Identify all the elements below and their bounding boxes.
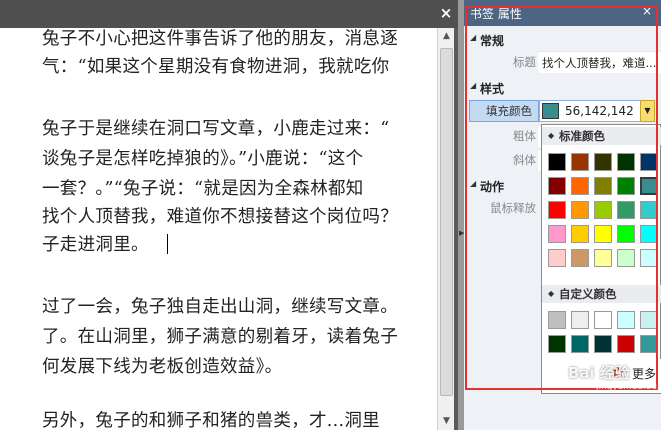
title-field[interactable]: 找个人顶替我，难道... xyxy=(538,51,661,73)
color-swatch[interactable] xyxy=(548,201,566,219)
document-line: 兔子于是继续在洞口写文章，小鹿走过来：“ xyxy=(42,119,390,139)
more-colors-button[interactable]: 更多 xyxy=(632,365,656,382)
color-swatch[interactable] xyxy=(594,177,612,195)
color-swatch[interactable] xyxy=(617,249,635,267)
color-swatch[interactable] xyxy=(617,177,635,195)
document-line: 一套？。”“兔子说：“就是因为全森林都知 xyxy=(42,179,364,199)
color-swatch[interactable] xyxy=(548,311,566,329)
color-swatch[interactable] xyxy=(594,201,612,219)
collapse-triangle-icon[interactable]: ◢ xyxy=(470,81,476,90)
watermark-url: jingyan.baidu.com xyxy=(596,382,661,392)
collapse-triangle-icon[interactable]: ◢ xyxy=(470,33,476,42)
document-line: 何发展下线为老板创造效益》。 xyxy=(42,357,283,377)
italic-label: 斜体 xyxy=(513,153,536,167)
scroll-up-icon[interactable]: ▲ xyxy=(438,28,455,44)
color-swatch[interactable] xyxy=(548,225,566,243)
color-swatch[interactable] xyxy=(594,311,612,329)
color-swatch[interactable] xyxy=(640,335,658,353)
title-label: 标题 xyxy=(513,55,536,69)
custom-colors-header: ◆ 自定义颜色 xyxy=(542,285,661,303)
color-swatch[interactable] xyxy=(571,335,589,353)
color-swatch[interactable] xyxy=(594,153,612,171)
panel-title: 书签 属性 xyxy=(470,7,522,21)
watermark: Bai 经验 xyxy=(568,364,630,382)
document-tab-bar xyxy=(0,0,458,28)
color-swatch[interactable] xyxy=(617,201,635,219)
document-line: 另外，兔子的和狮子和猪的兽类，才...洞里 xyxy=(42,411,380,430)
color-swatch[interactable] xyxy=(640,201,658,219)
color-swatch[interactable] xyxy=(548,177,566,195)
bullet-icon: ◆ xyxy=(548,289,555,298)
color-swatch[interactable] xyxy=(640,153,658,171)
color-swatch[interactable] xyxy=(571,225,589,243)
document-line: 子走进洞里。 xyxy=(42,235,149,255)
color-swatch[interactable] xyxy=(548,335,566,353)
scroll-down-icon[interactable]: ▼ xyxy=(438,413,455,429)
color-swatch[interactable] xyxy=(594,225,612,243)
document-line: 了。在山洞里，狮子满意的剔着牙，读着兔子 xyxy=(42,327,398,347)
fill-color-label: 填充颜色 xyxy=(469,100,539,122)
panel-close-icon[interactable]: × xyxy=(642,4,652,18)
color-swatch[interactable] xyxy=(571,249,589,267)
color-swatch[interactable] xyxy=(571,311,589,329)
color-picker-popup: ◆ 标准颜色 ◆ 自定义颜色 ✿ 更多 xyxy=(541,124,661,394)
document-line: 气：“如果这个星期没有食物进洞，我就吃你 xyxy=(42,57,390,77)
color-swatch[interactable] xyxy=(640,249,658,267)
standard-colors-header: ◆ 标准颜色 xyxy=(542,127,661,145)
color-swatch[interactable] xyxy=(640,311,658,329)
color-swatch[interactable] xyxy=(548,153,566,171)
color-swatch[interactable] xyxy=(548,249,566,267)
color-swatch[interactable] xyxy=(617,225,635,243)
bullet-icon: ◆ xyxy=(548,131,555,140)
color-swatch[interactable] xyxy=(617,153,635,171)
color-swatch[interactable] xyxy=(571,153,589,171)
fill-color-value: 56,142,142 xyxy=(565,104,634,118)
collapse-triangle-icon[interactable]: ◢ xyxy=(470,179,476,188)
section-general[interactable]: ◢ 常规 xyxy=(464,30,661,48)
color-swatch[interactable] xyxy=(617,311,635,329)
color-swatch[interactable] xyxy=(571,177,589,195)
color-swatch[interactable] xyxy=(594,249,612,267)
document-line: 谈兔子是怎样吃掉狼的》。”小鹿说：“这个 xyxy=(42,149,364,169)
fill-color-dropdown-icon[interactable]: ▼ xyxy=(640,100,655,122)
color-swatch[interactable] xyxy=(571,201,589,219)
document-line: 兔子不小心把这件事告诉了他的朋友，消息逐 xyxy=(42,29,398,49)
color-swatch[interactable] xyxy=(617,335,635,353)
bold-label: 粗体 xyxy=(513,129,536,143)
document-close-icon[interactable]: × xyxy=(438,5,454,21)
color-swatch[interactable] xyxy=(594,335,612,353)
mouse-release-label: 鼠标释放 xyxy=(490,201,536,215)
fill-color-swatch xyxy=(542,103,559,119)
document-line: 找个人顶替我，难道你不想接替这个岗位吗？ xyxy=(42,207,398,227)
scrollbar-thumb[interactable] xyxy=(440,48,453,396)
text-cursor xyxy=(167,234,168,254)
section-style[interactable]: ◢ 样式 xyxy=(464,78,661,96)
document-line: 过了一会，兔子独自走出山洞，继续写文章。 xyxy=(42,297,398,317)
color-swatch[interactable] xyxy=(640,225,658,243)
document-page[interactable]: 兔子不小心把这件事告诉了他的朋友，消息逐 气：“如果这个星期没有食物进洞，我就吃… xyxy=(0,28,437,430)
color-swatch[interactable] xyxy=(639,176,659,196)
